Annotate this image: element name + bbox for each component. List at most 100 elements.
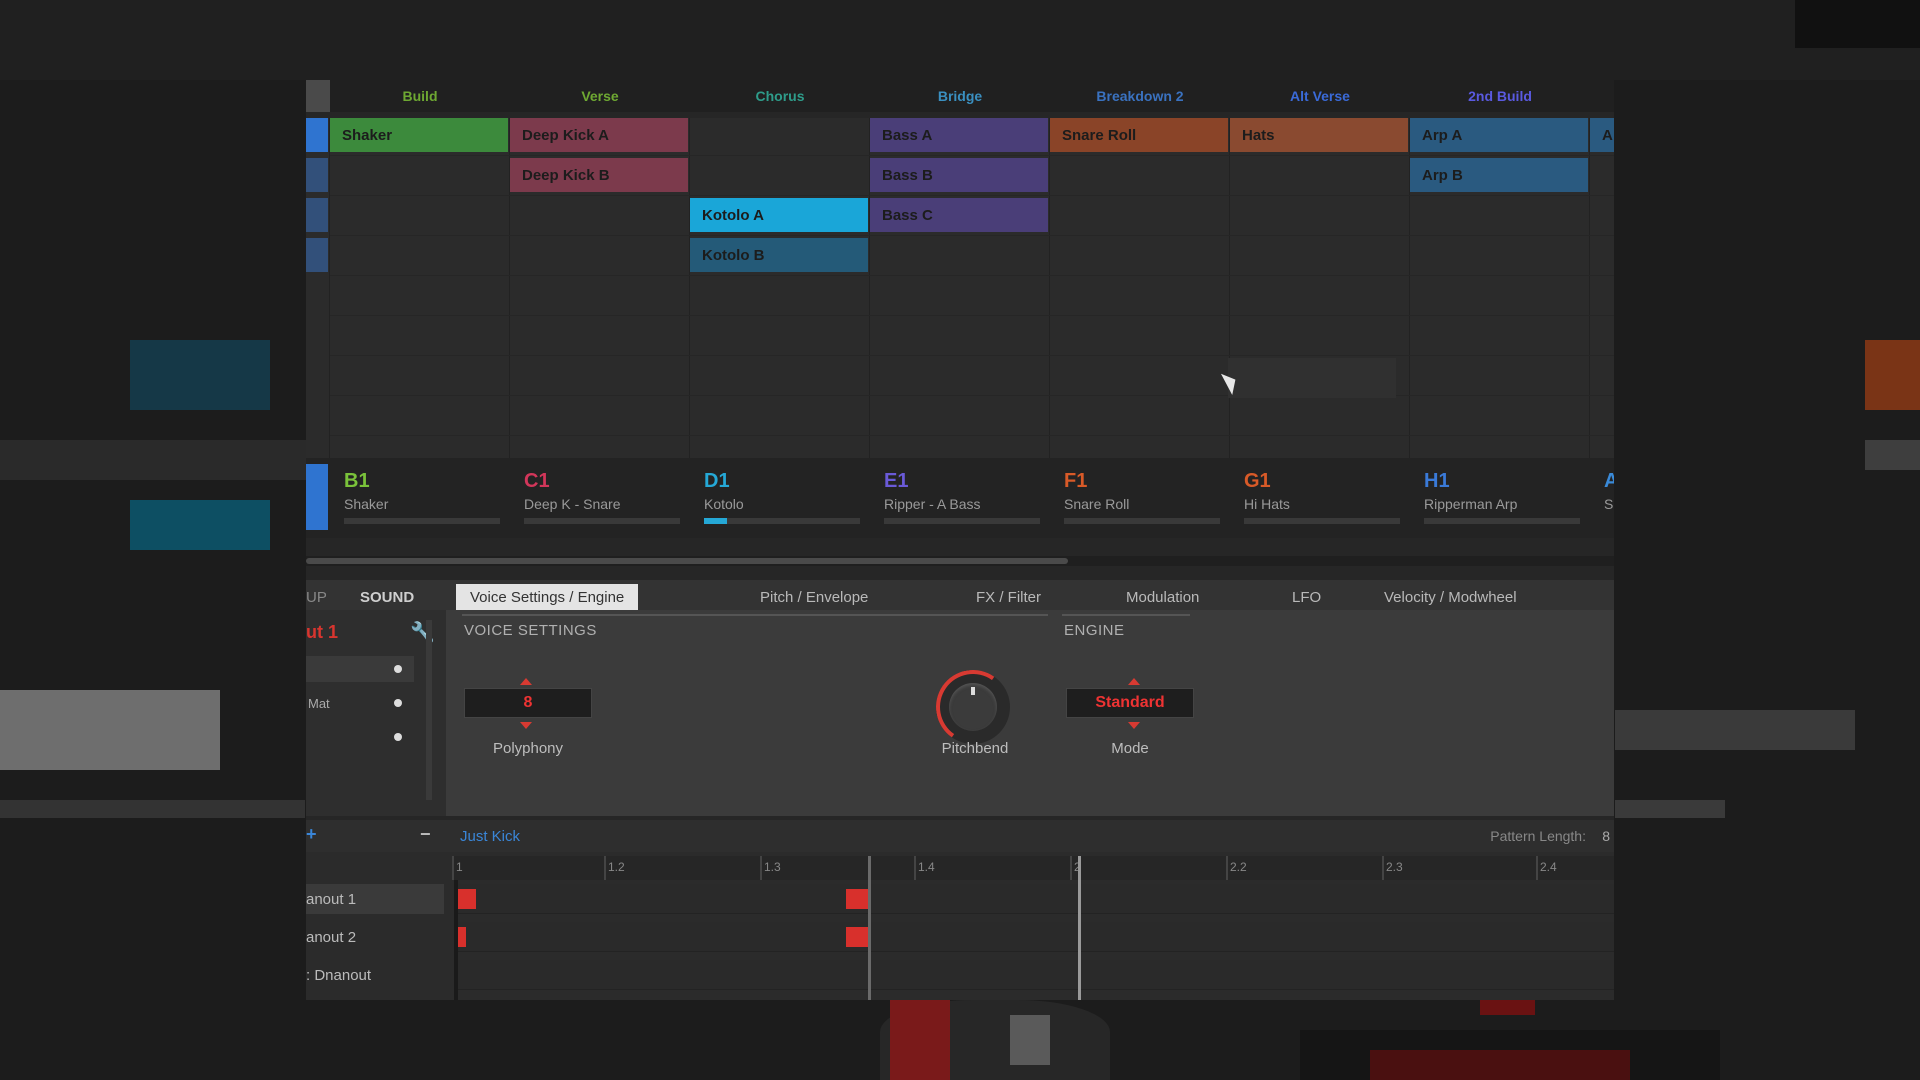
grid-column-line	[329, 118, 330, 458]
sound-lane[interactable]	[454, 960, 1614, 990]
tab-voice-settings-engine[interactable]: Voice Settings / Engine	[456, 584, 639, 610]
group-level-meter	[524, 518, 680, 524]
tab-group[interactable]: UP	[306, 584, 327, 610]
section-alt-verse[interactable]: Alt Verse	[1230, 80, 1410, 112]
tab-lfo[interactable]: LFO	[1292, 584, 1321, 610]
tab-modulation[interactable]: Modulation	[1126, 584, 1199, 610]
tab-velocity-modwheel[interactable]: Velocity / Modwheel	[1384, 584, 1517, 610]
background-line-left	[0, 800, 305, 818]
ruler-tick	[760, 856, 762, 880]
group-level-meter	[1064, 518, 1220, 524]
grid-column-line	[1229, 118, 1230, 458]
background-hardware-led	[1480, 1000, 1535, 1015]
sound-lane-name[interactable]: anout 2	[306, 922, 444, 952]
grid-row-line	[330, 315, 1614, 316]
pattern-clip-title[interactable]: Just Kick	[460, 828, 520, 845]
ruler-label: 1	[456, 860, 463, 874]
ruler-label: 2.4	[1540, 860, 1557, 874]
clip-a[interactable]: A	[1590, 118, 1614, 152]
background-pad-right	[1865, 340, 1920, 410]
scene-row-marker[interactable]	[306, 238, 328, 272]
polyphony-stepper[interactable]: 8	[464, 688, 592, 718]
group-id: H1	[1424, 470, 1450, 492]
clip-deep-kick-b[interactable]: Deep Kick B	[510, 158, 688, 192]
pitchbend-knob[interactable]	[930, 664, 1016, 750]
engine-divider	[1062, 614, 1190, 616]
clip-arp-a[interactable]: Arp A	[1410, 118, 1588, 152]
mode-down-icon[interactable]	[1128, 722, 1140, 729]
clip-kotolo-a[interactable]: Kotolo A	[690, 198, 868, 232]
group-h1[interactable]: H1 Ripperman Arp	[1410, 458, 1590, 538]
clip-bass-a[interactable]: Bass A	[870, 118, 1048, 152]
clip-arp-b[interactable]: Arp B	[1410, 158, 1588, 192]
sound-lane-name[interactable]: : Dnanout	[306, 960, 444, 990]
group-name: Ripper - A Bass	[884, 496, 981, 512]
clip-snare-roll[interactable]: Snare Roll	[1050, 118, 1228, 152]
polyphony-down-icon[interactable]	[520, 722, 532, 729]
polyphony-up-icon[interactable]	[520, 678, 532, 685]
pattern-editor: + − Just Kick Pattern Length: 8 1 1.2 1.3 1…	[306, 820, 1614, 1000]
section-2nd-build[interactable]: 2nd Build	[1410, 80, 1590, 112]
section-breakdown-2[interactable]: Breakdown 2	[1050, 80, 1230, 112]
group-name: Deep K - Snare	[524, 496, 621, 512]
sound-lane[interactable]	[454, 922, 1614, 952]
note-event[interactable]	[846, 889, 868, 909]
group-id: F1	[1064, 470, 1088, 492]
timeline-ruler[interactable]: 11.21.31.422.22.32.4	[452, 856, 1614, 880]
scene-row-marker[interactable]	[306, 118, 328, 152]
pattern-length-value[interactable]: 8	[1602, 828, 1610, 844]
ruler-tick	[604, 856, 606, 880]
slot-list-scrollbar[interactable]	[426, 620, 432, 800]
ruler-tick	[452, 856, 454, 880]
slot-power-icon[interactable]	[394, 733, 402, 741]
hover-cell[interactable]	[1228, 358, 1396, 398]
playhead[interactable]	[1078, 856, 1081, 1000]
engine-title: ENGINE	[1064, 622, 1125, 639]
slot-name[interactable]: ut 1	[306, 622, 338, 643]
group-level-meter	[1424, 518, 1580, 524]
tab-pitch-envelope[interactable]: Pitch / Envelope	[760, 584, 868, 610]
sound-lane-name[interactable]: anout 1	[306, 884, 444, 914]
clip-shaker[interactable]: Shaker	[330, 118, 508, 152]
scrollbar-thumb[interactable]	[306, 558, 1068, 564]
slot-power-icon[interactable]	[394, 665, 402, 673]
background-corner-icon	[1795, 0, 1920, 48]
section-header-row: Build Verse Chorus Bridge Breakdown 2 Alt Ver…	[306, 80, 1614, 112]
note-event[interactable]	[458, 927, 466, 947]
clip-grid[interactable]: Shaker Deep Kick A Deep Kick B Kotolo A Koto…	[306, 118, 1614, 458]
clip-bass-c[interactable]: Bass C	[870, 198, 1048, 232]
loop-marker[interactable]	[868, 856, 871, 1000]
group-g1[interactable]: G1 Hi Hats	[1230, 458, 1410, 538]
clip-deep-kick-a[interactable]: Deep Kick A	[510, 118, 688, 152]
tab-fx-filter[interactable]: FX / Filter	[976, 584, 1041, 610]
group-c1[interactable]: C1 Deep K - Snare	[510, 458, 690, 538]
clip-kotolo-b[interactable]: Kotolo B	[690, 238, 868, 272]
group-a[interactable]: AS	[1590, 458, 1614, 538]
grid-row-line	[330, 155, 1614, 156]
section-build[interactable]: Build	[330, 80, 510, 112]
mode-selector[interactable]: Standard	[1066, 688, 1194, 718]
section-corner[interactable]	[306, 80, 330, 112]
section-bridge[interactable]: Bridge	[870, 80, 1050, 112]
group-f1[interactable]: F1 Snare Roll	[1050, 458, 1230, 538]
note-event[interactable]	[458, 889, 476, 909]
collapse-icon[interactable]: −	[420, 824, 431, 845]
group-d1[interactable]: D1 Kotolo	[690, 458, 870, 538]
note-event[interactable]	[846, 927, 868, 947]
mode-up-icon[interactable]	[1128, 678, 1140, 685]
clip-bass-b[interactable]: Bass B	[870, 158, 1048, 192]
tab-sound[interactable]: SOUND	[360, 584, 414, 610]
section-verse[interactable]: Verse	[510, 80, 690, 112]
ruler-tick	[914, 856, 916, 880]
sound-lane[interactable]	[454, 884, 1614, 914]
scene-row-marker[interactable]	[306, 158, 328, 192]
group-e1[interactable]: E1 Ripper - A Bass	[870, 458, 1050, 538]
add-lane-icon[interactable]: +	[306, 824, 317, 845]
scene-row-marker[interactable]	[306, 198, 328, 232]
group-b1[interactable]: B1 Shaker	[330, 458, 510, 538]
section-chorus[interactable]: Chorus	[690, 80, 870, 112]
slot-power-icon[interactable]	[394, 699, 402, 707]
horizontal-scrollbar[interactable]	[306, 556, 1614, 566]
group-row-marker[interactable]	[306, 464, 328, 530]
clip-hats[interactable]: Hats	[1230, 118, 1408, 152]
